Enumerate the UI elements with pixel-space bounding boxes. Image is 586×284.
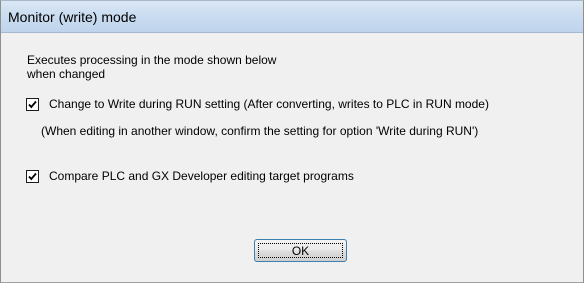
dialog-title: Monitor (write) mode [8, 9, 137, 25]
checkmark-icon [28, 100, 37, 108]
description: Executes processing in the mode shown be… [27, 53, 276, 81]
ok-button-label: OK [291, 243, 310, 258]
checkmark-icon [28, 172, 37, 180]
compare-programs-label: Compare PLC and GX Developer editing tar… [49, 169, 354, 183]
compare-programs-option[interactable]: Compare PLC and GX Developer editing tar… [26, 169, 354, 183]
ok-button[interactable]: OK [254, 239, 347, 262]
write-during-run-checkbox[interactable] [26, 97, 39, 111]
compare-programs-checkbox[interactable] [26, 169, 39, 183]
write-during-run-option[interactable]: Change to Write during RUN setting (Afte… [26, 97, 489, 111]
write-during-run-note: (When editing in another window, confirm… [41, 124, 479, 138]
monitor-write-mode-dialog: Monitor (write) mode Executes processing… [0, 0, 584, 283]
write-during-run-label: Change to Write during RUN setting (Afte… [49, 97, 489, 111]
description-line-1: Executes processing in the mode shown be… [27, 53, 277, 67]
dialog-bottom-border [1, 282, 583, 283]
description-line-2: when changed [27, 67, 106, 81]
title-bar[interactable]: Monitor (write) mode [1, 1, 583, 33]
